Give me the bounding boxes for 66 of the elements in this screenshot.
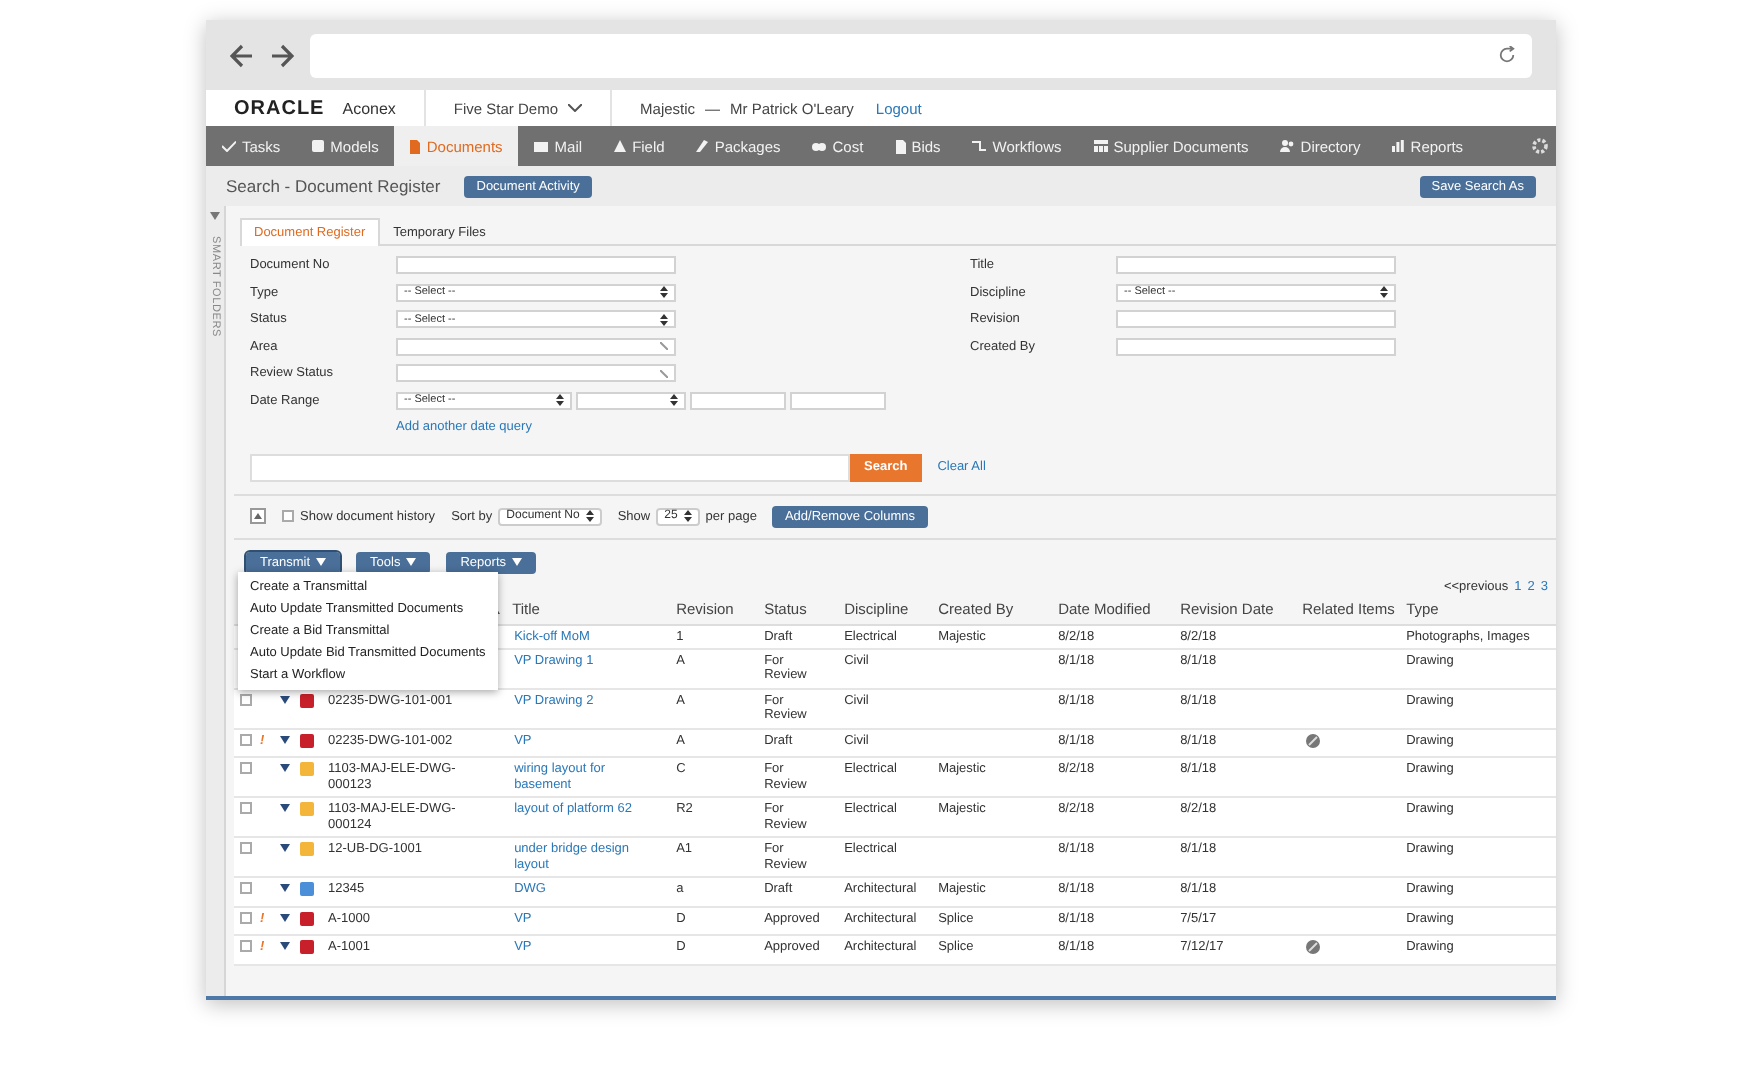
drawing-file-icon [300,762,314,777]
drawing-file-icon [300,802,314,817]
reload-icon[interactable] [1498,46,1516,64]
updown-arrows-icon [660,313,668,326]
caret-icon [406,558,417,566]
updown-arrows-icon [556,394,564,407]
caret-icon [280,804,290,813]
updown-arrows-icon [1380,286,1388,299]
caret-icon [280,735,290,744]
caret-icon [280,913,290,922]
caret-icon [280,844,290,853]
row-checkbox[interactable] [240,693,252,706]
expand-arrow-icon [210,212,220,220]
lookup-field[interactable] [396,364,676,383]
caret-icon [280,695,290,704]
row-checkbox[interactable] [240,802,252,815]
updown-arrows-icon [683,510,692,522]
lookup-field[interactable] [396,337,676,356]
page-title: Search - Document Register [226,176,441,196]
row-checkbox[interactable] [240,762,252,775]
checkbox[interactable] [282,510,294,522]
collapse-icon[interactable] [250,508,266,524]
settings-icon[interactable] [1532,138,1548,154]
caret-icon [512,558,522,566]
document-icon [895,139,906,153]
text-field[interactable] [1116,310,1396,329]
date-field[interactable] [690,391,786,410]
pdf-file-icon [300,733,314,748]
row-checkbox[interactable] [240,882,252,895]
logo-product: Aconex [342,99,396,117]
grid-icon [1093,140,1108,152]
search-field[interactable] [250,453,850,481]
updown-arrows-icon [585,510,594,522]
forward-icon[interactable] [270,43,294,67]
row-checkbox[interactable] [240,940,252,953]
caret-icon [316,558,327,566]
lookup-icon [660,342,668,351]
check-icon [222,140,236,152]
text-field[interactable] [1116,256,1396,275]
document-icon [410,139,421,153]
drawing-file-icon [300,842,314,857]
text-field[interactable] [1116,337,1396,356]
caret-icon [280,764,290,773]
row-checkbox[interactable] [240,911,252,924]
date-field[interactable] [790,391,886,410]
row-checkbox[interactable] [240,842,252,855]
related-items-icon[interactable] [1306,733,1321,748]
image-file-icon [300,882,314,897]
caret-icon [280,942,290,951]
people-icon [1280,140,1295,152]
updown-arrows-icon [670,394,678,407]
flow-icon [972,140,987,152]
logo: ORACLE [234,97,325,119]
triangle-icon [614,140,627,152]
select-field[interactable] [576,391,686,410]
related-items-icon[interactable] [1306,940,1321,955]
text-field[interactable] [396,256,676,275]
lookup-icon [660,369,668,378]
chevron-down-icon[interactable] [568,104,583,112]
bar-chart-icon [1392,140,1405,152]
coins-icon [812,141,827,151]
back-icon[interactable] [230,43,254,67]
row-checkbox[interactable] [240,733,252,746]
pdf-file-icon [300,693,314,708]
caret-icon [280,884,290,893]
updown-arrows-icon [660,286,668,299]
